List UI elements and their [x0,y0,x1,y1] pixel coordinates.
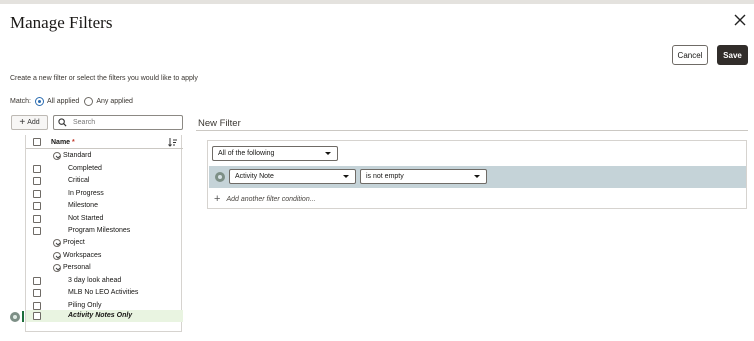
row-checkbox[interactable] [33,227,41,235]
list-item-label: Not Started [68,214,104,222]
row-checkbox[interactable] [33,164,41,173]
row-checkbox[interactable] [33,276,41,285]
list-item[interactable]: Critical [26,175,183,187]
radio-all-applied-label[interactable]: All applied [47,98,79,105]
list-header: Name * [26,137,183,149]
plus-icon: + [214,193,221,205]
chevron-down-icon [474,175,480,178]
list-item[interactable]: 3 day look ahead [26,275,183,287]
add-condition-link[interactable]: + Add another filter condition... [214,193,316,205]
collapse-icon[interactable] [53,264,61,272]
list-item-label: MLB No LEO Activities [68,289,139,296]
group-label: Project [63,239,85,246]
radio-any-applied-label[interactable]: Any applied [96,98,133,105]
expand-icon[interactable] [53,239,61,247]
list-item-label: Program Milestones [68,227,131,234]
list-item[interactable]: In Progress [26,188,183,200]
name-column-header[interactable]: Name * [51,139,75,146]
select-all-checkbox[interactable] [33,138,41,146]
row-checkbox[interactable] [33,214,41,223]
chevron-down-icon [343,175,349,178]
radio-all-applied[interactable] [35,96,45,106]
list-item-label: Completed [68,164,102,172]
group-label: Workspaces [63,251,102,259]
row-checkbox[interactable] [33,301,41,310]
new-filter-panel: All of the following Activity Note is no… [207,140,747,209]
search-placeholder: Search [73,119,96,126]
search-icon [58,118,67,127]
row-checkbox[interactable] [33,177,41,185]
group-row-project[interactable]: Project [26,237,183,249]
group-row-standard[interactable]: Standard [26,150,183,162]
collapse-icon[interactable] [53,152,61,160]
dialog-title: Manage Filters [10,13,113,32]
name-column-label: Name [51,139,71,146]
row-checkbox[interactable] [33,289,41,297]
group-row-personal[interactable]: Personal [26,262,183,274]
new-filter-heading: New Filter [198,118,241,129]
match-mode-select[interactable]: All of the following [212,146,338,161]
list-item-label: In Progress [68,189,104,197]
search-input[interactable]: Search [53,115,183,130]
condition-field-select[interactable]: Activity Note [229,169,356,184]
match-mode-value: All of the following [218,150,275,157]
condition-operator-select[interactable]: is not empty [360,169,487,184]
chevron-down-icon [325,152,331,155]
instructions-text: Create a new filter or select the filter… [10,75,198,82]
condition-field-value: Activity Note [235,173,274,180]
selected-row-bar [22,311,24,322]
condition-handle-icon[interactable] [215,172,225,182]
group-label: Personal [63,264,91,271]
condition-operator-value: is not empty [366,173,404,180]
row-checkbox[interactable] [33,312,41,320]
list-item[interactable]: Program Milestones [26,225,183,237]
condition-row: Activity Note is not empty [209,166,746,188]
list-item-selected[interactable]: Activity Notes Only [26,310,183,322]
radio-any-applied[interactable] [84,96,94,106]
list-item[interactable]: Completed [26,163,183,175]
cancel-button[interactable]: Cancel [672,45,708,65]
list-item-label: Activity Notes Only [68,312,133,319]
plus-icon: + [19,116,26,128]
list-item[interactable]: Not Started [26,213,183,225]
add-condition-label: Add another filter condition... [226,195,316,203]
group-label: Standard [63,152,92,159]
filter-list: Name * Standard Completed Critical In Pr… [25,135,183,332]
required-marker: * [72,139,75,146]
save-button[interactable]: Save [717,45,748,65]
expand-icon[interactable] [53,251,61,260]
row-checkbox[interactable] [33,202,41,210]
match-options: Match: All applied Any applied [10,96,134,106]
close-icon[interactable] [731,11,749,29]
list-item-label: 3 day look ahead [68,276,122,284]
match-label: Match: [10,97,32,105]
list-item-label: Piling Only [68,301,102,309]
close-icon-glyph [734,14,746,26]
add-filter-button[interactable]: + Add [11,115,48,130]
heading-divider [196,130,748,131]
list-item-label: Milestone [68,202,98,209]
list-item-label: Critical [68,177,90,184]
list-item[interactable]: Milestone [26,200,183,212]
sort-icon[interactable] [168,138,178,147]
selected-row-indicator-icon [10,312,20,322]
row-checkbox[interactable] [33,189,41,198]
window-top-strip [0,0,754,4]
group-row-workspaces[interactable]: Workspaces [26,250,183,262]
list-item[interactable]: MLB No LEO Activities [26,287,183,299]
add-filter-label: Add [27,119,40,126]
